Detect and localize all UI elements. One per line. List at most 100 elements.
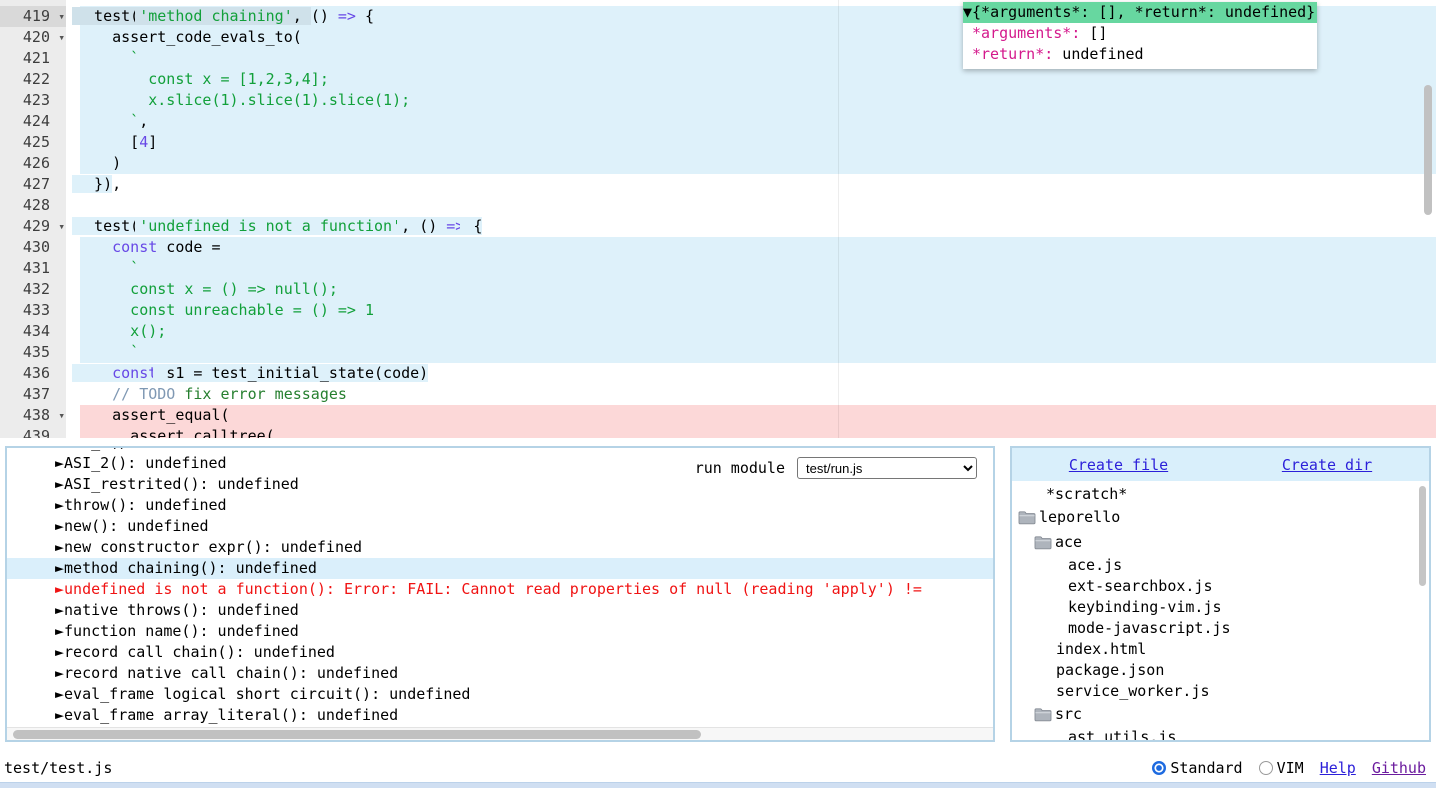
expand-triangle-icon[interactable]: ► [55,559,64,577]
test-result-row[interactable]: ►ASI_1(): undefined [7,446,993,453]
tree-file-keybinding-vim-js[interactable]: keybinding-vim.js [1012,597,1429,618]
expand-triangle-icon[interactable]: ► [55,454,64,472]
github-link[interactable]: Github [1372,759,1426,777]
gutter-line-436[interactable]: 436 [0,363,66,384]
tree-folder-src[interactable]: src [1012,702,1429,727]
tree-file-service-worker-js[interactable]: service_worker.js [1012,681,1429,702]
radio-icon[interactable] [1259,761,1273,775]
gutter-line-439[interactable]: 439 [0,426,66,438]
code-line-433[interactable]: const unreachable = () => 1 [0,300,1436,321]
code-line-438[interactable]: assert_equal( [0,405,1436,426]
gutter-line-430[interactable]: 430 [0,237,66,258]
expand-triangle-icon[interactable]: ► [55,538,64,556]
create-dir-link[interactable]: Create dir [1282,456,1372,474]
code-line-422[interactable]: const x = [1,2,3,4]; [0,69,1436,90]
keybinding-standard-radio[interactable]: Standard [1152,759,1242,777]
test-result-row[interactable]: ►record native call chain(): undefined [7,663,993,684]
code-line-426[interactable]: ) [0,153,1436,174]
fold-arrow-icon[interactable]: ▾ [58,405,65,426]
editor-gutter[interactable]: 419▾420▾421422423424425426427428429▾4304… [0,6,66,438]
test-result-row[interactable]: ►new(): undefined [7,516,993,537]
expand-triangle-icon[interactable]: ► [55,685,64,703]
expand-triangle-icon[interactable]: ► [55,664,64,682]
gutter-line-432[interactable]: 432 [0,279,66,300]
editor-scrollbar[interactable] [1424,85,1432,215]
file-tree[interactable]: *scratch* leporello aceace.jsext-searchb… [1012,481,1429,740]
gutter-line-424[interactable]: 424 [0,111,66,132]
tree-folder-leporello[interactable]: leporello [1012,505,1429,530]
gutter-line-429[interactable]: 429▾ [0,216,66,237]
fold-arrow-icon[interactable]: ▾ [58,216,65,237]
gutter-line-423[interactable]: 423 [0,90,66,111]
gutter-line-426[interactable]: 426 [0,153,66,174]
code-line-424[interactable]: `, [0,111,1436,132]
tooltip-header[interactable]: ▼{*arguments*: [], *return*: undefined} [963,2,1317,23]
tree-file-ast-utils-js[interactable]: ast_utils.js [1012,727,1429,740]
expand-triangle-icon[interactable]: ► [55,622,64,640]
expand-triangle-icon[interactable]: ► [55,706,64,724]
gutter-line-437[interactable]: 437 [0,384,66,405]
gutter-line-425[interactable]: 425 [0,132,66,153]
gutter-line-434[interactable]: 434 [0,321,66,342]
gutter-line-428[interactable]: 428 [0,195,66,216]
code-editor[interactable]: 419▾420▾421422423424425426427428429▾4304… [0,0,1436,438]
code-line-439[interactable]: assert_calltree( [0,426,1436,438]
tree-file-package-json[interactable]: package.json [1012,660,1429,681]
test-result-row[interactable]: ►eval_frame logical short circuit(): und… [7,684,993,705]
tree-file-ace-js[interactable]: ace.js [1012,555,1429,576]
test-result-row[interactable]: ►method chaining(): undefined [7,558,993,579]
code-line-428[interactable] [0,195,1436,216]
expand-triangle-icon[interactable]: ► [55,475,64,493]
help-link[interactable]: Help [1320,759,1356,777]
fold-arrow-icon[interactable]: ▾ [58,27,65,48]
code-line-429[interactable]: test('undefined is not a function', () =… [0,216,1436,237]
radio-icon[interactable] [1152,761,1166,775]
gutter-line-435[interactable]: 435 [0,342,66,363]
test-result-row[interactable]: ►record call chain(): undefined [7,642,993,663]
results-hscrollbar-thumb[interactable] [13,730,701,739]
gutter-line-438[interactable]: 438▾ [0,405,66,426]
tooltip-entry[interactable]: *arguments*: [] [963,23,1317,44]
code-line-435[interactable]: ` [0,342,1436,363]
test-result-row[interactable]: ►function name(): undefined [7,621,993,642]
keybinding-vim-radio[interactable]: VIM [1259,759,1304,777]
test-result-row[interactable]: ►native throws(): undefined [7,600,993,621]
code-line-434[interactable]: x(); [0,321,1436,342]
collapse-triangle-icon[interactable]: ▼ [963,3,972,21]
code-line-427[interactable]: }), [0,174,1436,195]
tree-file--scratch-[interactable]: *scratch* [1012,484,1429,505]
test-result-row[interactable]: ►throw(): undefined [7,495,993,516]
test-result-row[interactable]: ►new constructor expr(): undefined [7,537,993,558]
code-area[interactable]: test('method chaining', () => { assert_c… [0,6,1436,438]
run-module-select[interactable]: test/run.js [797,457,977,479]
code-line-425[interactable]: [4] [0,132,1436,153]
expand-triangle-icon[interactable]: ► [55,580,64,598]
code-line-432[interactable]: const x = () => null(); [0,279,1436,300]
tree-folder-ace[interactable]: ace [1012,530,1429,555]
expand-triangle-icon[interactable]: ► [55,496,64,514]
code-line-430[interactable]: const code = [0,237,1436,258]
gutter-line-421[interactable]: 421 [0,48,66,69]
gutter-line-431[interactable]: 431 [0,258,66,279]
expand-triangle-icon[interactable]: ► [55,446,64,451]
results-hscrollbar-track[interactable] [7,727,993,740]
tree-file-mode-javascript-js[interactable]: mode-javascript.js [1012,618,1429,639]
code-line-431[interactable]: ` [0,258,1436,279]
test-result-row[interactable]: ►undefined is not a function(): Error: F… [7,579,993,600]
test-result-row[interactable]: ►eval_frame array_literal(): undefined [7,705,993,726]
tree-file-index-html[interactable]: index.html [1012,639,1429,660]
tooltip-entry[interactable]: *return*: undefined [963,44,1317,65]
gutter-line-419[interactable]: 419▾ [0,6,66,27]
tree-file-ext-searchbox-js[interactable]: ext-searchbox.js [1012,576,1429,597]
gutter-line-427[interactable]: 427 [0,174,66,195]
expand-triangle-icon[interactable]: ► [55,517,64,535]
code-line-423[interactable]: x.slice(1).slice(1).slice(1); [0,90,1436,111]
create-file-link[interactable]: Create file [1069,456,1168,474]
fold-arrow-icon[interactable]: ▾ [58,6,65,27]
expand-triangle-icon[interactable]: ► [55,601,64,619]
code-line-437[interactable]: // TODO fix error messages [0,384,1436,405]
gutter-line-422[interactable]: 422 [0,69,66,90]
gutter-line-433[interactable]: 433 [0,300,66,321]
expand-triangle-icon[interactable]: ► [55,643,64,661]
files-scrollbar-thumb[interactable] [1419,486,1426,586]
